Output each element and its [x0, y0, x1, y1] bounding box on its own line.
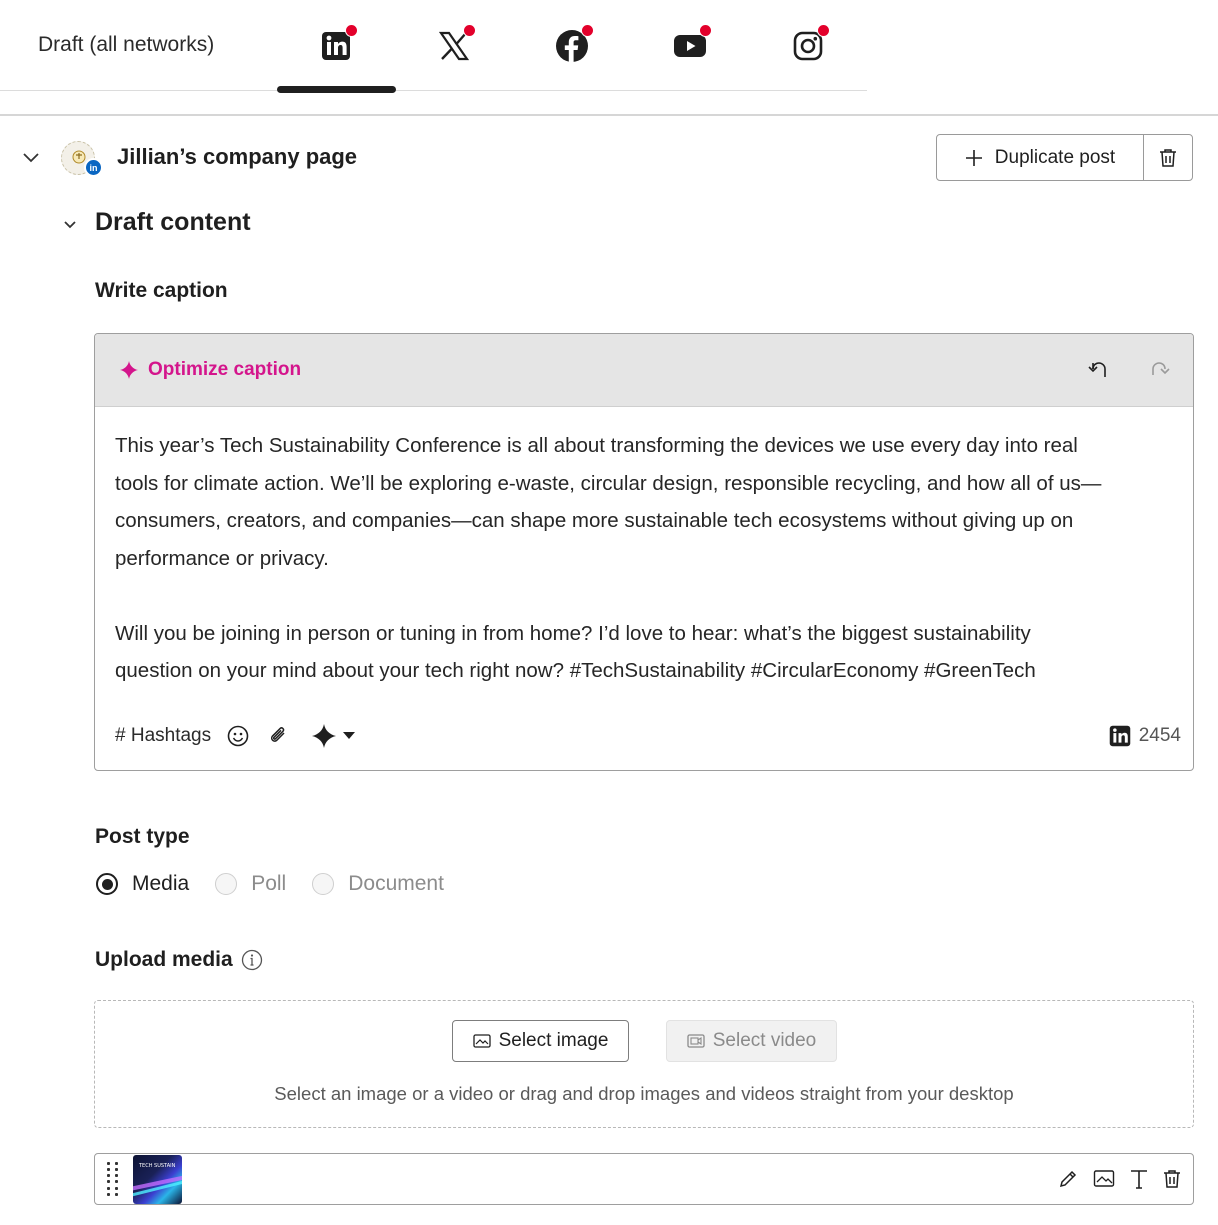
upload-hint-text: Select an image or a video or drag and d… — [274, 1083, 1014, 1104]
radio-poll[interactable] — [215, 873, 238, 895]
caption-toolbar: Optimize caption — [95, 334, 1193, 407]
edit-pencil-icon[interactable] — [1057, 1168, 1079, 1190]
ai-assist-dropdown-icon[interactable] — [311, 723, 356, 749]
linkedin-badge: in — [84, 158, 103, 177]
caption-footer: # Hashtags 2454 — [95, 718, 1193, 754]
radio-document-label: Document — [348, 872, 444, 895]
post-type-poll-option[interactable]: Poll — [215, 872, 286, 896]
tab-linkedin[interactable] — [316, 24, 358, 66]
image-icon — [472, 1034, 491, 1048]
draft-content-title: Draft content — [95, 208, 251, 236]
redo-icon[interactable] — [1151, 361, 1171, 379]
post-type-media-option[interactable]: Media — [96, 872, 189, 896]
tab-instagram[interactable] — [788, 24, 830, 66]
character-count: 2454 — [1138, 725, 1181, 746]
linkedin-small-icon — [1109, 725, 1130, 747]
tab-draft-all-networks[interactable]: Draft (all networks) — [38, 33, 214, 57]
tab-divider — [0, 90, 867, 91]
radio-media[interactable] — [96, 873, 118, 895]
media-actions — [1057, 1168, 1181, 1190]
sparkle-icon — [120, 361, 138, 379]
radio-document[interactable] — [312, 873, 335, 895]
notification-dot — [817, 24, 830, 37]
drag-handle-icon[interactable] — [107, 1162, 119, 1196]
optimize-caption-label: Optimize caption — [148, 359, 302, 380]
post-type-label: Post type — [95, 825, 190, 848]
select-image-button[interactable]: Select image — [452, 1020, 629, 1062]
media-thumbnail[interactable]: TECH SUSTAIN — [133, 1154, 182, 1204]
duplicate-post-label: Duplicate post — [994, 146, 1116, 168]
account-name: Jillian’s company page — [117, 144, 358, 169]
upload-media-label: Upload media — [95, 948, 233, 971]
media-dropzone[interactable] — [94, 1000, 1194, 1128]
tab-youtube[interactable] — [670, 24, 712, 66]
section-divider — [0, 114, 1218, 116]
delete-media-icon[interactable] — [1163, 1169, 1181, 1189]
select-image-label: Select image — [498, 1030, 609, 1051]
collapse-draft-chevron-icon[interactable] — [63, 219, 77, 231]
radio-media-label: Media — [132, 872, 190, 895]
plus-icon — [965, 149, 982, 166]
select-video-label: Select video — [712, 1030, 817, 1051]
uploaded-media-item: TECH SUSTAIN — [94, 1153, 1194, 1205]
radio-poll-label: Poll — [251, 872, 287, 895]
video-icon — [687, 1034, 705, 1048]
tab-facebook[interactable] — [552, 24, 594, 66]
post-type-radio-group: Media Poll Document — [96, 872, 470, 896]
attachment-icon[interactable] — [267, 725, 289, 747]
image-edit-icon[interactable] — [1093, 1169, 1115, 1189]
trash-icon — [1160, 148, 1176, 167]
optimize-caption-button[interactable]: Optimize caption — [119, 359, 301, 381]
character-counter: 2454 — [1109, 725, 1181, 747]
active-tab-indicator — [277, 86, 396, 93]
tab-x[interactable] — [434, 24, 476, 66]
delete-post-button[interactable] — [1144, 135, 1192, 180]
undo-icon[interactable] — [1087, 361, 1107, 379]
caption-textarea[interactable]: This year’s Tech Sustainability Conferen… — [95, 407, 1193, 690]
notification-dot — [463, 24, 476, 37]
duplicate-post-button[interactable]: Duplicate post — [937, 135, 1144, 180]
youtube-icon — [674, 35, 706, 57]
notification-dot — [581, 24, 594, 37]
text-overlay-icon[interactable] — [1129, 1168, 1149, 1190]
hashtags-button[interactable]: # Hashtags — [115, 725, 211, 747]
collapse-account-chevron-icon[interactable] — [22, 150, 40, 164]
write-caption-label: Write caption — [95, 279, 228, 302]
notification-dot — [345, 24, 358, 37]
duplicate-post-button-group: Duplicate post — [936, 134, 1193, 181]
upload-media-header: Upload media — [95, 948, 263, 972]
caption-editor: Optimize caption This year’s Tech Sustai… — [94, 333, 1194, 771]
select-video-button[interactable]: Select video — [666, 1020, 837, 1062]
post-type-document-option[interactable]: Document — [312, 872, 444, 896]
notification-dot — [699, 24, 712, 37]
emoji-icon[interactable] — [227, 725, 249, 747]
info-icon[interactable] — [241, 949, 263, 971]
